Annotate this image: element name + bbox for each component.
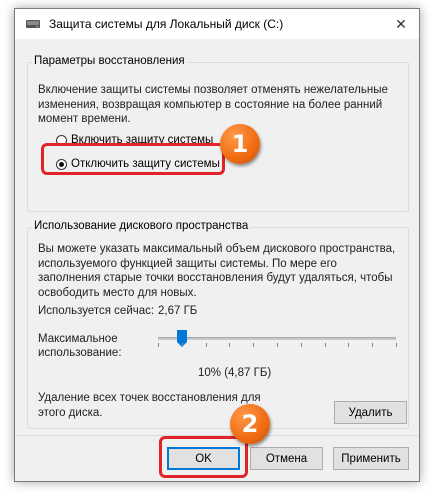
slider-tick	[300, 343, 302, 347]
slider-tick	[324, 343, 326, 347]
max-usage-label-1: Максимальное	[38, 333, 118, 345]
step-badge-1: 1	[220, 124, 260, 164]
slider-tick	[253, 343, 255, 347]
highlight-ok-button	[159, 436, 248, 478]
slider-tick	[372, 343, 374, 347]
window-title: Защита системы для Локальный диск (C:)	[49, 17, 284, 31]
restore-settings-group: Параметры восстановления Включение защит…	[27, 55, 409, 212]
slider-tick	[396, 343, 397, 347]
current-usage-value: 2,67 ГБ	[158, 305, 198, 317]
current-usage-label: Используется сейчас:	[38, 305, 155, 317]
slider-tick	[229, 343, 231, 347]
disk-description: Вы можете указать максимальный объем дис…	[38, 243, 396, 299]
cancel-button[interactable]: Отмена	[250, 447, 323, 470]
slider-tick	[205, 343, 207, 347]
step-badge-2: 2	[230, 404, 270, 444]
drive-icon	[25, 18, 41, 30]
delete-button[interactable]: Удалить	[334, 401, 407, 424]
apply-button[interactable]: Применить	[333, 447, 409, 470]
restore-description: Включение защиты системы позволяет отмен…	[38, 84, 388, 125]
disk-group-title: Использование дискового пространства	[32, 220, 251, 232]
slider-tick	[348, 343, 350, 347]
slider-tick	[181, 343, 183, 347]
restore-group-title: Параметры восстановления	[32, 55, 187, 67]
highlight-disable-option	[41, 143, 225, 175]
disk-usage-group: Использование дискового пространства Вы …	[27, 220, 409, 429]
close-icon[interactable]: ✕	[383, 9, 419, 39]
slider-track	[158, 337, 396, 340]
max-usage-label-2: использование:	[38, 347, 122, 359]
title-bar[interactable]: Защита системы для Локальный диск (C:) ✕	[15, 9, 419, 39]
slider-value-text: 10% (4,87 ГБ)	[198, 367, 272, 379]
system-protection-dialog: Защита системы для Локальный диск (C:) ✕…	[14, 8, 420, 482]
slider-tick	[158, 343, 159, 347]
slider-tick	[277, 343, 278, 347]
